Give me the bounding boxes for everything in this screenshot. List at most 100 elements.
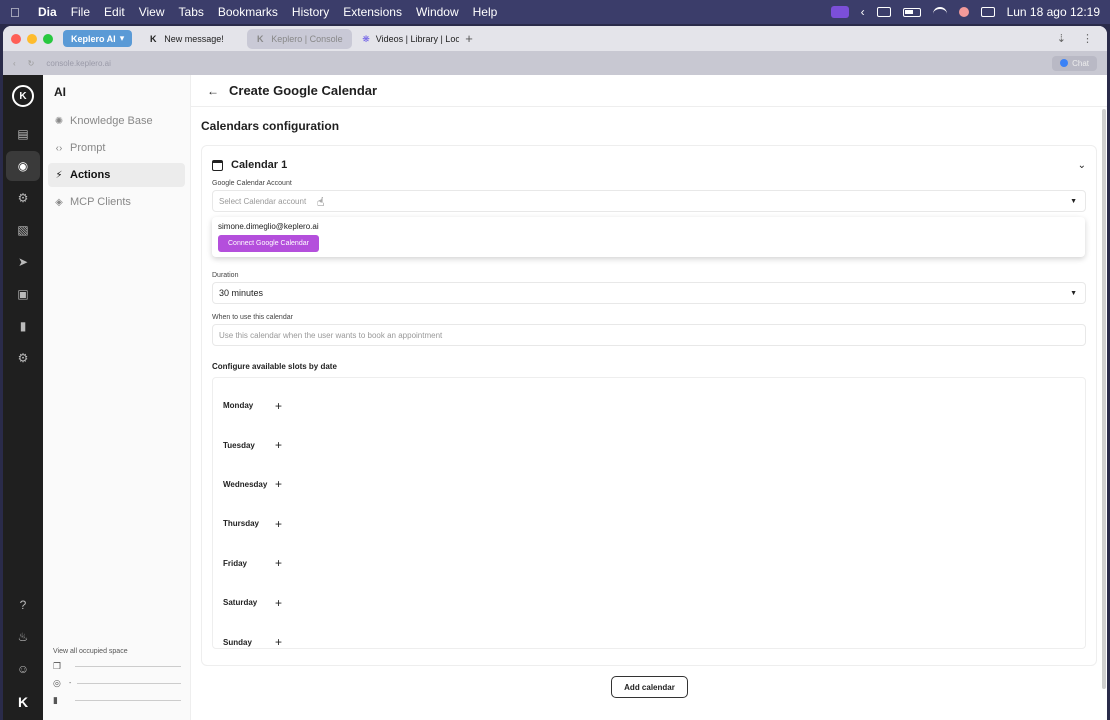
subnav-label: MCP Clients bbox=[70, 196, 131, 208]
day-label: Wednesday bbox=[223, 479, 268, 489]
tab-label: Keplero | Console bbox=[271, 33, 343, 44]
menu-tabs[interactable]: Tabs bbox=[179, 5, 204, 19]
tab-label: New message! bbox=[164, 33, 224, 44]
main-content: ← Create Google Calendar Calendars confi… bbox=[191, 75, 1107, 720]
file-icon: ▮ bbox=[53, 695, 58, 705]
minimize-window-button[interactable] bbox=[27, 33, 37, 44]
integrations-icon[interactable]: ▣ bbox=[6, 279, 40, 309]
ai-icon[interactable]: ◉ bbox=[6, 151, 40, 181]
tab-loom[interactable]: ❋ Videos | Library | Loom bbox=[354, 29, 459, 49]
back-arrow-icon[interactable]: ← bbox=[207, 84, 219, 98]
profile-switcher[interactable]: Keplero AI ▾ bbox=[63, 30, 133, 47]
add-slot-button[interactable]: + bbox=[275, 477, 282, 491]
settings-icon[interactable]: ⚙ bbox=[6, 343, 40, 373]
brain-icon: ✺ bbox=[54, 115, 64, 127]
clock[interactable]: Lun 18 ago 12:19 bbox=[1007, 5, 1100, 19]
subnav-item-actions[interactable]: ⚡ Actions bbox=[48, 163, 185, 187]
slots-box: Monday + Tuesday + Wednesday + Thursday … bbox=[212, 377, 1086, 649]
tab-label: Videos | Library | Loom bbox=[375, 33, 460, 44]
menu-help[interactable]: Help bbox=[473, 5, 498, 19]
day-label: Monday bbox=[223, 401, 254, 411]
keplero-brand-icon[interactable]: K bbox=[18, 694, 28, 710]
app-menu[interactable]: Dia bbox=[38, 5, 57, 19]
when-input[interactable]: Use this calendar when the user wants to… bbox=[212, 324, 1086, 346]
hand-cursor-icon: ☝ bbox=[317, 195, 325, 209]
subnav-label: Actions bbox=[70, 169, 111, 181]
url-field[interactable]: console.keplero.ai bbox=[46, 59, 110, 68]
account-icon[interactable]: ☺ bbox=[6, 654, 40, 684]
view-occupied-space-link[interactable]: View all occupied space bbox=[53, 648, 181, 655]
add-slot-button[interactable]: + bbox=[275, 596, 282, 610]
slots-title: Configure available slots by date bbox=[212, 362, 337, 371]
menu-window[interactable]: Window bbox=[416, 5, 459, 19]
address-bar: ‹ ↻ console.keplero.ai Chat bbox=[3, 51, 1107, 75]
duration-select[interactable]: 30 minutes ▼ bbox=[212, 282, 1086, 304]
scrollbar[interactable] bbox=[1102, 109, 1106, 689]
calendar-account-select[interactable]: Select Calendar account ☝ ▼ bbox=[212, 190, 1086, 212]
menu-edit[interactable]: Edit bbox=[104, 5, 125, 19]
add-slot-button[interactable]: + bbox=[275, 517, 282, 531]
day-label: Tuesday bbox=[223, 440, 255, 450]
new-tab-button[interactable]: + bbox=[465, 31, 473, 46]
bell-icon[interactable]: ♨ bbox=[6, 622, 40, 652]
slot-row-saturday: Saturday + bbox=[223, 583, 1075, 622]
add-slot-button[interactable]: + bbox=[275, 438, 282, 452]
close-window-button[interactable] bbox=[11, 33, 21, 44]
calendar-card-header[interactable]: Calendar 1 ⌄ bbox=[212, 156, 1086, 174]
apple-icon[interactable]:  bbox=[10, 5, 24, 20]
help-icon[interactable]: ? bbox=[6, 590, 40, 620]
subnav-item-prompt[interactable]: ‹› Prompt bbox=[48, 136, 185, 160]
code-icon: ‹› bbox=[55, 142, 63, 154]
menu-bookmarks[interactable]: Bookmarks bbox=[218, 5, 278, 19]
add-slot-button[interactable]: + bbox=[275, 399, 282, 413]
subnav-item-mcp-clients[interactable]: ◈ MCP Clients bbox=[48, 190, 185, 214]
calendar-icon bbox=[212, 159, 223, 171]
contacts-icon[interactable]: ▧ bbox=[6, 215, 40, 245]
campaigns-icon[interactable]: ➤ bbox=[6, 247, 40, 277]
add-slot-button[interactable]: + bbox=[275, 556, 282, 570]
more-icon[interactable]: ⋮ bbox=[1082, 32, 1093, 45]
content: Calendars configuration Calendar 1 ⌄ Goo… bbox=[191, 107, 1107, 678]
chat-button[interactable]: Chat bbox=[1052, 55, 1097, 71]
analytics-icon[interactable]: ▮ bbox=[6, 311, 40, 341]
ai-subnav: AI ✺ Knowledge Base ‹› Prompt ⚡ Actions … bbox=[43, 75, 191, 720]
connect-google-calendar-button[interactable]: Connect Google Calendar bbox=[218, 235, 319, 252]
chevron-down-icon[interactable]: ⌄ bbox=[1078, 160, 1086, 171]
subnav-label: Knowledge Base bbox=[70, 115, 153, 127]
when-placeholder: Use this calendar when the user wants to… bbox=[219, 330, 443, 340]
screen-record-icon[interactable] bbox=[830, 6, 849, 18]
occupied-row: ❐ bbox=[53, 661, 181, 672]
wifi-icon[interactable] bbox=[932, 7, 947, 17]
maximize-window-button[interactable] bbox=[43, 33, 53, 44]
section-title: Calendars configuration bbox=[201, 119, 340, 133]
calendar-title: Calendar 1 bbox=[231, 159, 288, 171]
subnav-item-knowledge-base[interactable]: ✺ Knowledge Base bbox=[48, 109, 185, 133]
display-icon[interactable] bbox=[876, 7, 891, 17]
globe-icon: ◎ bbox=[53, 678, 61, 688]
menu-view[interactable]: View bbox=[139, 5, 165, 19]
day-label: Saturday bbox=[223, 598, 258, 608]
add-calendar-button[interactable]: Add calendar bbox=[611, 676, 688, 698]
user-icon[interactable] bbox=[958, 7, 969, 17]
menu-extensions[interactable]: Extensions bbox=[343, 5, 402, 19]
tab-keplero-console[interactable]: K Keplero | Console bbox=[247, 28, 353, 49]
battery-icon[interactable] bbox=[902, 7, 921, 17]
add-slot-button[interactable]: + bbox=[275, 635, 282, 649]
menu-history[interactable]: History bbox=[292, 5, 329, 19]
menu-file[interactable]: File bbox=[71, 5, 90, 19]
conversations-icon[interactable]: ▤ bbox=[6, 119, 40, 149]
browser-window: Keplero AI ▾ K New message! K Keplero | … bbox=[3, 26, 1107, 720]
slot-row-sunday: Sunday + bbox=[223, 622, 1075, 661]
reload-icon[interactable]: ↻ bbox=[28, 59, 35, 68]
dropdown-option-email[interactable]: simone.dimeglio@keplero.ai bbox=[218, 222, 1079, 231]
chevron-left-icon[interactable]: ‹ bbox=[861, 5, 865, 19]
tab-new-message[interactable]: K New message! bbox=[140, 29, 245, 49]
keplero-logo-icon[interactable]: K bbox=[12, 85, 34, 107]
account-dropdown: simone.dimeglio@keplero.ai Connect Googl… bbox=[212, 217, 1085, 257]
icon-rail: K ▤ ◉ ⚙ ▧ ➤ ▣ ▮ ⚙ ? ♨ ☺ K bbox=[3, 75, 43, 720]
control-center-icon[interactable] bbox=[980, 7, 995, 17]
slot-row-monday: Monday + bbox=[223, 386, 1075, 425]
automation-icon[interactable]: ⚙ bbox=[6, 183, 40, 213]
download-icon[interactable]: ⇣ bbox=[1057, 32, 1066, 45]
back-icon[interactable]: ‹ bbox=[13, 59, 16, 68]
